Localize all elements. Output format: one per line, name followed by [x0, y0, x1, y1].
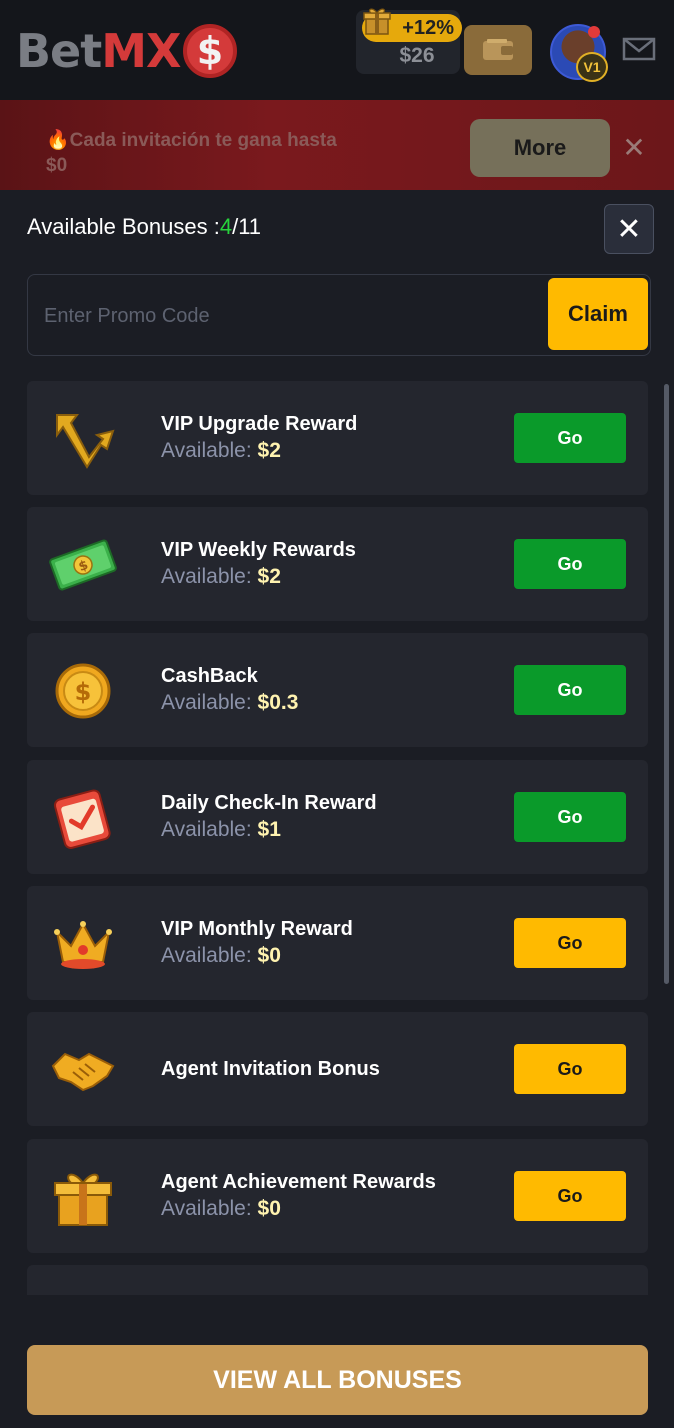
mail-icon[interactable]: [622, 36, 656, 62]
bonus-amount: $0: [257, 944, 281, 967]
logo-text-bet: Bet: [16, 24, 102, 78]
go-button-vip-monthly[interactable]: Go: [514, 918, 626, 968]
bonus-name: CashBack: [161, 665, 258, 687]
cash-bill-icon: $: [49, 539, 117, 591]
promo-code-input[interactable]: [44, 298, 524, 334]
panel-title-prefix: Available Bonuses :: [27, 214, 220, 239]
claim-button[interactable]: Claim: [548, 278, 648, 350]
available-label: Available:: [161, 691, 258, 714]
bonus-name: Daily Check-In Reward: [161, 792, 377, 814]
go-button-vip-upgrade[interactable]: Go: [514, 413, 626, 463]
total-count: /11: [232, 214, 262, 239]
go-button-agent-invitation[interactable]: Go: [514, 1044, 626, 1094]
bonus-card-vip-upgrade: VIP Upgrade Reward Available: $2 Go: [27, 381, 648, 495]
bonus-amount: $2: [257, 439, 281, 462]
go-button-cashback[interactable]: Go: [514, 665, 626, 715]
bonus-available: Available: $0: [161, 1197, 281, 1221]
banner-close-icon[interactable]: ✕: [622, 134, 646, 162]
logo-coin-icon: $: [182, 24, 237, 78]
logo-text-mx: MX: [101, 24, 181, 78]
available-count: 4: [219, 214, 233, 239]
vip-level-badge: V1: [576, 52, 608, 82]
gift-icon: [363, 8, 391, 35]
logo[interactable]: Bet MX $: [16, 24, 237, 78]
available-label: Available:: [161, 944, 258, 967]
bonus-card-vip-monthly: VIP Monthly Reward Available: $0 Go: [27, 886, 648, 1000]
handshake-icon: [51, 1052, 115, 1092]
available-label: Available:: [161, 439, 258, 462]
wallet-button[interactable]: [464, 25, 532, 75]
bonus-amount: $0: [257, 1197, 281, 1220]
bonus-amount: $0.3: [257, 691, 299, 714]
bonus-name: Agent Invitation Bonus: [161, 1058, 380, 1080]
bonus-amount: $2: [257, 565, 281, 588]
bonus-name: VIP Monthly Reward: [161, 918, 353, 940]
bonus-card-agent-achievement: Agent Achievement Rewards Available: $0 …: [27, 1139, 648, 1253]
available-label: Available:: [161, 565, 258, 588]
scrollbar[interactable]: [664, 384, 669, 984]
svg-text:$: $: [75, 678, 92, 706]
panel-title: Available Bonuses :4/11: [27, 214, 261, 240]
go-button-agent-achievement[interactable]: Go: [514, 1171, 626, 1221]
close-button[interactable]: ✕: [604, 204, 654, 254]
available-label: Available:: [161, 818, 258, 841]
available-label: Available:: [161, 1197, 258, 1220]
view-all-bonuses-button[interactable]: VIEW ALL BONUSES: [27, 1345, 648, 1415]
more-button[interactable]: More: [470, 119, 610, 177]
bonus-card-partial: [27, 1265, 648, 1295]
calendar-check-icon: [53, 789, 111, 849]
crown-icon: [54, 921, 112, 969]
banner-text: 🔥Cada invitación te gana hasta $0: [46, 130, 337, 176]
bonus-available: Available: $2: [161, 565, 281, 589]
bonus-amount: $1: [257, 818, 281, 841]
wallet-icon: [483, 39, 513, 60]
bonus-name: VIP Weekly Rewards: [161, 539, 356, 561]
bonus-available: Available: $0.3: [161, 691, 298, 715]
bonus-card-vip-weekly: $ VIP Weekly Rewards Available: $2 Go: [27, 507, 648, 621]
bonus-list[interactable]: VIP Upgrade Reward Available: $2 Go $ VI…: [0, 380, 674, 1295]
bonus-name: VIP Upgrade Reward: [161, 413, 358, 435]
bonus-card-cashback: $ CashBack Available: $0.3 Go: [27, 633, 648, 747]
bonus-name: Agent Achievement Rewards: [161, 1171, 436, 1193]
bonus-card-agent-invitation: Agent Invitation Bonus Go: [27, 1012, 648, 1126]
bonus-available: Available: $0: [161, 944, 281, 968]
upgrade-arrow-icon: [56, 414, 115, 469]
gold-coin-icon: $: [55, 663, 111, 719]
balance-amount: $26: [399, 44, 435, 67]
bonus-card-daily-checkin: Daily Check-In Reward Available: $1 Go: [27, 760, 648, 874]
go-button-vip-weekly[interactable]: Go: [514, 539, 626, 589]
bonus-available: Available: $2: [161, 439, 281, 463]
notification-dot: [588, 26, 600, 38]
bonus-available: Available: $1: [161, 818, 281, 842]
gift-box-icon: [54, 1173, 112, 1226]
go-button-daily-checkin[interactable]: Go: [514, 792, 626, 842]
